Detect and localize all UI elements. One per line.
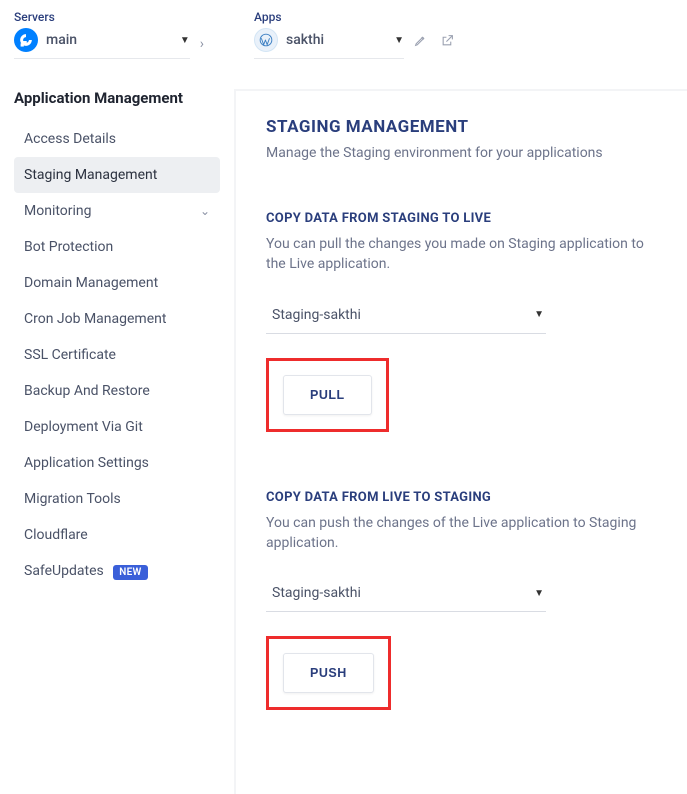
select-value: Staging-sakthi <box>272 307 361 323</box>
sidebar-item-monitoring[interactable]: Monitoring ⌄ <box>14 193 220 229</box>
sidebar-item-label: SafeUpdates <box>24 563 104 579</box>
sidebar-item-label: Application Settings <box>24 455 149 471</box>
sidebar-item-application-settings[interactable]: Application Settings <box>14 445 220 481</box>
apps-label: Apps <box>254 10 454 24</box>
sidebar-item-label: Bot Protection <box>24 239 113 255</box>
push-button[interactable]: PUSH <box>283 653 374 693</box>
sidebar-item-backup-restore[interactable]: Backup And Restore <box>14 373 220 409</box>
pull-button[interactable]: PULL <box>283 375 372 415</box>
sidebar-item-label: SSL Certificate <box>24 347 116 363</box>
sidebar-item-label: Cron Job Management <box>24 311 166 327</box>
app-name: sakthi <box>286 32 386 48</box>
sidebar-item-label: Cloudflare <box>24 527 88 543</box>
external-link-icon[interactable] <box>441 34 454 47</box>
caret-down-icon: ▼ <box>534 309 544 320</box>
sidebar-item-label: Access Details <box>24 131 116 147</box>
sidebar-item-deployment-via-git[interactable]: Deployment Via Git <box>14 409 220 445</box>
caret-down-icon: ▼ <box>534 588 544 599</box>
sidebar-item-access-details[interactable]: Access Details <box>14 121 220 157</box>
section-desc: You can pull the changes you made on Sta… <box>266 234 657 275</box>
sidebar-item-label: Backup And Restore <box>24 383 150 399</box>
highlight-box: PULL <box>266 358 389 432</box>
sidebar-item-label: Migration Tools <box>24 491 121 507</box>
page-title: STAGING MANAGEMENT <box>266 117 657 137</box>
wordpress-icon <box>254 28 278 52</box>
servers-label: Servers <box>14 10 204 24</box>
section-live-to-staging: COPY DATA FROM LIVE TO STAGING You can p… <box>266 490 657 739</box>
select-value: Staging-sakthi <box>272 585 361 601</box>
staging-target-select[interactable]: Staging-sakthi ▼ <box>266 579 546 612</box>
server-selector[interactable]: main ▼ <box>14 28 190 59</box>
server-name: main <box>46 32 172 48</box>
sidebar-item-cron-job-management[interactable]: Cron Job Management <box>14 301 220 337</box>
caret-down-icon: ▼ <box>180 35 190 46</box>
sidebar-item-staging-management[interactable]: Staging Management <box>14 157 220 193</box>
sidebar: Application Management Access Details St… <box>0 89 220 794</box>
section-desc: You can push the changes of the Live app… <box>266 513 657 554</box>
sidebar-item-label: Deployment Via Git <box>24 419 143 435</box>
staging-source-select[interactable]: Staging-sakthi ▼ <box>266 301 546 334</box>
pencil-icon[interactable] <box>414 34 427 47</box>
section-title: COPY DATA FROM STAGING TO LIVE <box>266 211 657 226</box>
sidebar-item-ssl-certificate[interactable]: SSL Certificate <box>14 337 220 373</box>
sidebar-item-bot-protection[interactable]: Bot Protection <box>14 229 220 265</box>
digitalocean-icon <box>14 28 38 52</box>
section-title: COPY DATA FROM LIVE TO STAGING <box>266 490 657 505</box>
sidebar-item-cloudflare[interactable]: Cloudflare <box>14 517 220 553</box>
sidebar-title: Application Management <box>14 89 220 107</box>
sidebar-item-safeupdates[interactable]: SafeUpdates NEW <box>14 553 220 589</box>
new-badge: NEW <box>113 565 147 580</box>
sidebar-item-label: Staging Management <box>24 167 157 183</box>
chevron-down-icon: ⌄ <box>200 204 210 218</box>
section-staging-to-live: COPY DATA FROM STAGING TO LIVE You can p… <box>266 211 657 460</box>
main-panel: STAGING MANAGEMENT Manage the Staging en… <box>234 89 687 794</box>
caret-down-icon: ▼ <box>394 35 404 46</box>
sidebar-item-label: Domain Management <box>24 275 158 291</box>
highlight-box: PUSH <box>266 636 391 710</box>
page-subtitle: Manage the Staging environment for your … <box>266 145 657 161</box>
chevron-right-icon: › <box>190 36 204 52</box>
sidebar-item-label: Monitoring <box>24 203 92 219</box>
sidebar-item-migration-tools[interactable]: Migration Tools <box>14 481 220 517</box>
sidebar-item-domain-management[interactable]: Domain Management <box>14 265 220 301</box>
app-selector[interactable]: sakthi ▼ <box>254 28 404 59</box>
